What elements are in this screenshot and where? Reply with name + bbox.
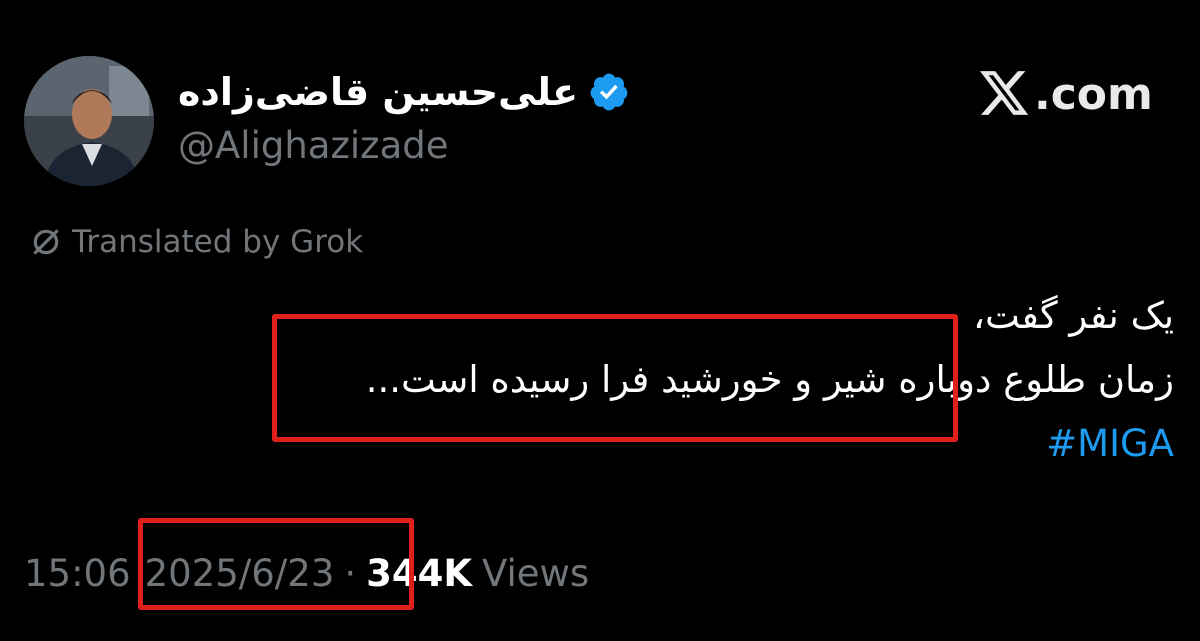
grok-icon bbox=[33, 229, 59, 255]
verified-badge-icon[interactable] bbox=[588, 71, 630, 113]
author-display-name[interactable]: علی‌حسین قاضی‌زاده bbox=[178, 70, 578, 114]
hashtag-link[interactable]: #MIGA bbox=[1046, 422, 1174, 465]
author-handle[interactable]: @Alighazizade bbox=[178, 124, 449, 167]
author-name-row: علی‌حسین قاضی‌زاده bbox=[178, 62, 630, 122]
brand-watermark: .com bbox=[980, 66, 1153, 122]
views-label[interactable]: Views bbox=[482, 552, 589, 595]
avatar-image bbox=[24, 56, 154, 186]
translation-notice[interactable]: Translated by Grok bbox=[30, 222, 363, 262]
translation-notice-text: Translated by Grok bbox=[72, 224, 364, 260]
highlight-box-date bbox=[138, 518, 414, 610]
brand-domain-text: .com bbox=[1034, 68, 1153, 120]
tweet-time[interactable]: 15:06 bbox=[24, 552, 131, 595]
highlight-box-tweet-text bbox=[272, 314, 958, 442]
x-logo-icon bbox=[980, 71, 1029, 115]
avatar[interactable] bbox=[24, 56, 154, 186]
